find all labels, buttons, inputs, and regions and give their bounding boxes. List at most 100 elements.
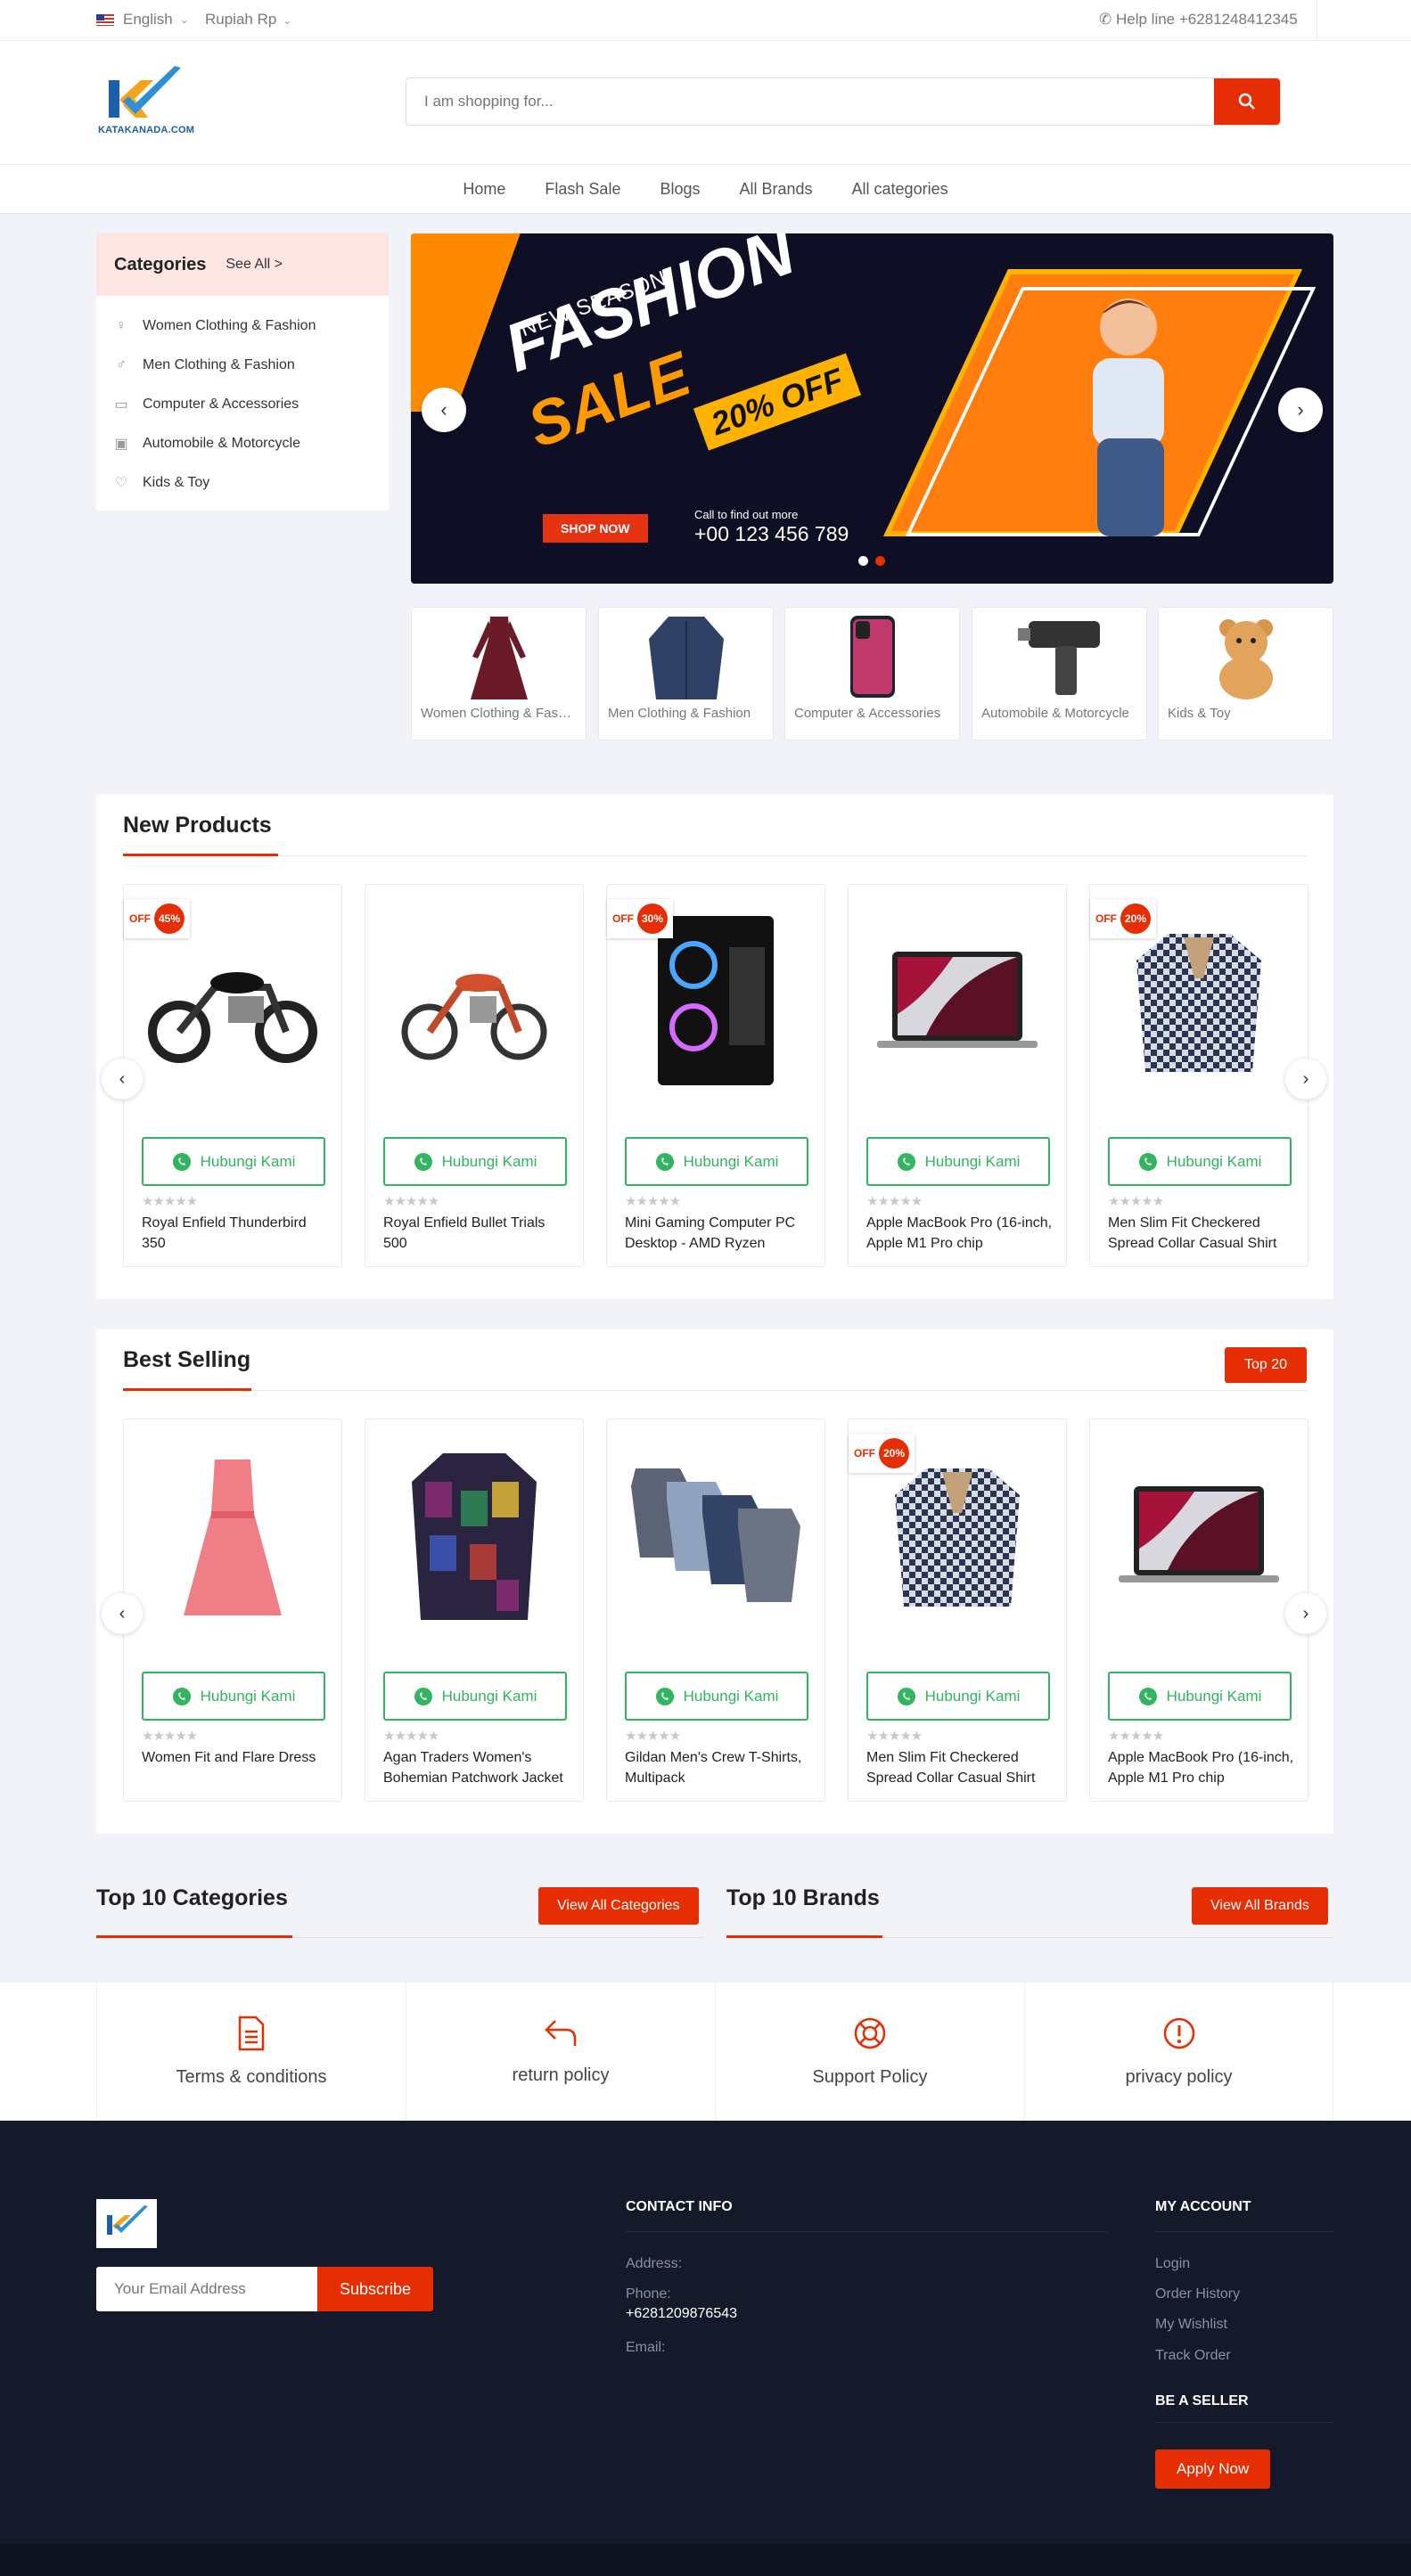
apply-now-button[interactable]: Apply Now (1155, 2449, 1271, 2489)
rating-stars: ★★★★★ (625, 1194, 681, 1209)
product-card[interactable]: Hubungi Kami ★★★★★ Women Fit and Flare D… (123, 1419, 342, 1802)
contact-whatsapp-button[interactable]: Hubungi Kami (1108, 1672, 1292, 1721)
contact-whatsapp-button[interactable]: Hubungi Kami (142, 1137, 325, 1186)
footer-link-track-order[interactable]: Track Order (1155, 2348, 1231, 2364)
policy-return[interactable]: return policy (406, 1983, 715, 2121)
contact-whatsapp-button[interactable]: Hubungi Kami (866, 1672, 1050, 1721)
top-brands-title: Top 10 Brands (726, 1885, 880, 1910)
phone-label: Phone: (626, 2286, 671, 2302)
footer-link-wishlist[interactable]: My Wishlist (1155, 2317, 1227, 2333)
product-card[interactable]: OFF 30% Hubungi Kami ★★★★★ Mini Gaming Co… (606, 884, 825, 1267)
product-name[interactable]: Gildan Men's Crew T-Shirts, Multipack (625, 1747, 812, 1788)
view-all-categories-button[interactable]: View All Categories (538, 1887, 699, 1925)
banner-phone: +00 123 456 789 (694, 522, 849, 545)
product-name[interactable]: Apple MacBook Pro (16-inch, Apple M1 Pro… (866, 1213, 1054, 1254)
subscribe-button[interactable]: Subscribe (317, 2267, 433, 2311)
product-card[interactable]: Hubungi Kami ★★★★★ Gildan Men's Crew T-S… (606, 1419, 825, 1802)
contact-whatsapp-button[interactable]: Hubungi Kami (866, 1137, 1050, 1186)
shop-now-button[interactable]: SHOP NOW (543, 514, 648, 543)
category-item-computer[interactable]: ▭ Computer & Accessories (114, 385, 371, 424)
newsletter-email-input[interactable] (96, 2267, 317, 2311)
policy-support[interactable]: Support Policy (715, 1983, 1024, 2121)
currency-selector[interactable]: Rupiah Rp ⌄ (205, 11, 291, 29)
nav-flash-sale[interactable]: Flash Sale (545, 180, 620, 199)
whatsapp-icon (897, 1152, 915, 1171)
banner-dot-1[interactable] (858, 556, 868, 566)
contact-label: Hubungi Kami (1166, 1152, 1262, 1170)
banner-next-button[interactable]: › (1278, 388, 1323, 432)
view-all-brands-button[interactable]: View All Brands (1192, 1887, 1328, 1925)
carousel-next-button[interactable]: › (1285, 1593, 1326, 1634)
product-card[interactable]: OFF 20% Hubungi Kami ★★★★★ Men Slim Fit C… (1089, 884, 1308, 1267)
product-card[interactable]: OFF 20% Hubungi Kami ★★★★★ Men Slim Fit C… (848, 1419, 1067, 1802)
contact-whatsapp-button[interactable]: Hubungi Kami (625, 1672, 808, 1721)
document-icon (238, 2016, 265, 2051)
category-card-men[interactable]: Men Clothing & Fashion (598, 607, 774, 740)
whatsapp-icon (897, 1687, 915, 1705)
product-card[interactable]: Hubungi Kami ★★★★★ Apple MacBook Pro (16… (1089, 1419, 1308, 1802)
policy-privacy[interactable]: privacy policy (1024, 1983, 1333, 2121)
language-label: English (123, 11, 173, 28)
footer-logo[interactable] (96, 2199, 157, 2248)
phone-icon: ✆ (1099, 11, 1112, 28)
product-name[interactable]: Royal Enfield Thunderbird 350 (142, 1213, 329, 1254)
see-all-link[interactable]: See All > (226, 257, 283, 273)
top-20-button[interactable]: Top 20 (1224, 1347, 1307, 1383)
banner-prev-button[interactable]: ‹ (422, 388, 466, 432)
hero-banner[interactable]: NEW SEASON FASHION SALE 20% OFF SHOP NOW… (411, 233, 1333, 584)
helpline[interactable]: ✆ Help line +6281248412345 (1099, 11, 1298, 29)
product-name[interactable]: Women Fit and Flare Dress (142, 1747, 329, 1768)
product-name[interactable]: Agan Traders Women's Bohemian Patchwork … (383, 1747, 570, 1788)
language-selector[interactable]: English ⌄ (96, 11, 189, 29)
category-card-automobile[interactable]: Automobile & Motorcycle (972, 607, 1147, 740)
carousel-prev-button[interactable]: ‹ (102, 1059, 143, 1100)
product-card[interactable]: Hubungi Kami ★★★★★ Agan Traders Women's … (365, 1419, 584, 1802)
footer-link-login[interactable]: Login (1155, 2256, 1190, 2272)
product-image (365, 903, 583, 1099)
chevron-down-icon: ⌄ (179, 13, 189, 26)
nav-all-brands[interactable]: All Brands (739, 180, 812, 199)
product-card[interactable]: Hubungi Kami ★★★★★ Apple MacBook Pro (16… (848, 884, 1067, 1267)
product-name[interactable]: Men Slim Fit Checkered Spread Collar Cas… (866, 1747, 1054, 1788)
product-name[interactable]: Mini Gaming Computer PC Desktop - AMD Ry… (625, 1213, 812, 1254)
product-image (124, 1437, 341, 1633)
nav-home[interactable]: Home (463, 180, 505, 199)
site-logo[interactable]: KATAKANADA.COM (96, 62, 194, 143)
search-button[interactable] (1214, 78, 1280, 125)
rating-stars: ★★★★★ (866, 1194, 923, 1209)
contact-label: Hubungi Kami (441, 1152, 537, 1170)
contact-whatsapp-button[interactable]: Hubungi Kami (1108, 1137, 1292, 1186)
search-input[interactable] (406, 78, 1214, 125)
product-name[interactable]: Royal Enfield Bullet Trials 500 (383, 1213, 570, 1254)
category-card-label: Women Clothing & Fashion (421, 706, 584, 721)
nav-blogs[interactable]: Blogs (660, 180, 700, 199)
category-item-kids[interactable]: ♡ Kids & Toy (114, 463, 371, 503)
category-card-kids[interactable]: Kids & Toy (1158, 607, 1333, 740)
banner-dot-2[interactable] (875, 556, 885, 566)
rating-stars: ★★★★★ (383, 1194, 439, 1209)
category-image (972, 608, 1146, 706)
category-item-men[interactable]: ♂ Men Clothing & Fashion (114, 346, 371, 385)
product-name[interactable]: Men Slim Fit Checkered Spread Collar Cas… (1108, 1213, 1295, 1254)
contact-whatsapp-button[interactable]: Hubungi Kami (142, 1672, 325, 1721)
carousel-next-button[interactable]: › (1285, 1059, 1326, 1100)
contact-whatsapp-button[interactable]: Hubungi Kami (625, 1137, 808, 1186)
carousel-prev-button[interactable]: ‹ (102, 1593, 143, 1634)
category-item-women[interactable]: ♀ Women Clothing & Fashion (114, 307, 371, 346)
chevron-left-icon: ‹ (119, 1068, 126, 1089)
contact-whatsapp-button[interactable]: Hubungi Kami (383, 1672, 567, 1721)
product-name[interactable]: Apple MacBook Pro (16-inch, Apple M1 Pro… (1108, 1747, 1295, 1788)
chevron-right-icon: › (1302, 1068, 1309, 1089)
product-card[interactable]: Hubungi Kami ★★★★★ Royal Enfield Bullet … (365, 884, 584, 1267)
category-item-automobile[interactable]: ▣ Automobile & Motorcycle (114, 424, 371, 463)
section-title: New Products (123, 813, 272, 838)
contact-whatsapp-button[interactable]: Hubungi Kami (383, 1137, 567, 1186)
footer-link-order-history[interactable]: Order History (1155, 2286, 1240, 2302)
nav-all-categories[interactable]: All categories (852, 180, 948, 199)
category-card-women[interactable]: Women Clothing & Fashion (411, 607, 587, 740)
off-label: OFF (1095, 912, 1117, 925)
policy-terms[interactable]: Terms & conditions (96, 1983, 406, 2121)
category-card-computer[interactable]: Computer & Accessories (784, 607, 960, 740)
section-title: Best Selling (123, 1347, 251, 1372)
product-card[interactable]: OFF 45% Hubungi Kami ★★★★★ Royal Enfield … (123, 884, 342, 1267)
